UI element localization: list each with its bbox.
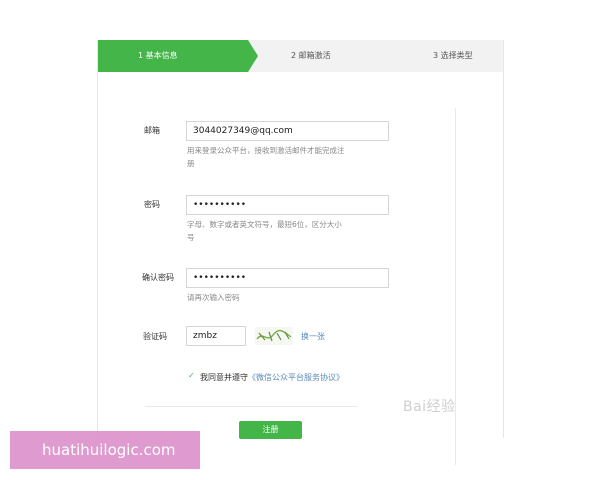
baidu-watermark: Bai经验 xyxy=(403,399,456,415)
captcha-image[interactable] xyxy=(255,327,293,345)
password-label: 密码 xyxy=(144,200,160,209)
password-hint-line-2: 号 xyxy=(187,233,195,242)
email-hint-line-2: 册 xyxy=(187,159,195,168)
email-hint-line-1: 用来登录公众平台，接收到激活邮件才能完成注 xyxy=(187,146,345,155)
captcha-label: 验证码 xyxy=(143,332,167,341)
step-basic-info-label: 1 基本信息 xyxy=(138,51,178,60)
step-basic-info: 1 基本信息 xyxy=(98,40,248,72)
agreement-text: 我同意并遵守 xyxy=(200,373,248,382)
agreement-label: 我同意并遵守《微信公众平台服务协议》 xyxy=(200,372,344,383)
step-select-type: 3 选择类型 xyxy=(433,51,473,60)
confirm-password-field[interactable]: •••••••••• xyxy=(186,268,389,288)
service-agreement-link[interactable]: 《微信公众平台服务协议》 xyxy=(248,373,344,382)
confirm-password-hint: 请再次输入密码 xyxy=(187,293,240,302)
email-hint: 用来登录公众平台，接收到激活邮件才能完成注 册 xyxy=(187,144,345,170)
refresh-captcha-link[interactable]: 换一张 xyxy=(301,331,325,342)
email-label: 邮箱 xyxy=(144,126,160,135)
captcha-input[interactable]: zmbz xyxy=(186,326,246,346)
site-badge-text: huatihuilogic.com xyxy=(42,441,176,459)
step-arrow-icon xyxy=(248,40,258,72)
register-button[interactable]: 注册 xyxy=(239,421,302,439)
password-hint: 字母、数字或者英文符号，最短6位，区分大小 号 xyxy=(187,218,342,244)
email-field[interactable]: 3044027349@qq.com xyxy=(186,121,389,141)
confirm-password-label: 确认密码 xyxy=(142,273,174,282)
password-field[interactable]: •••••••••• xyxy=(186,195,389,215)
horizontal-divider xyxy=(145,406,358,407)
password-hint-line-1: 字母、数字或者英文符号，最短6位，区分大小 xyxy=(187,220,342,229)
step-progress-bar: 1 基本信息 2 邮箱激活 3 选择类型 xyxy=(98,40,503,72)
agree-checkbox[interactable]: ✓ xyxy=(188,371,195,380)
step-email-activation: 2 邮箱激活 xyxy=(291,51,331,60)
